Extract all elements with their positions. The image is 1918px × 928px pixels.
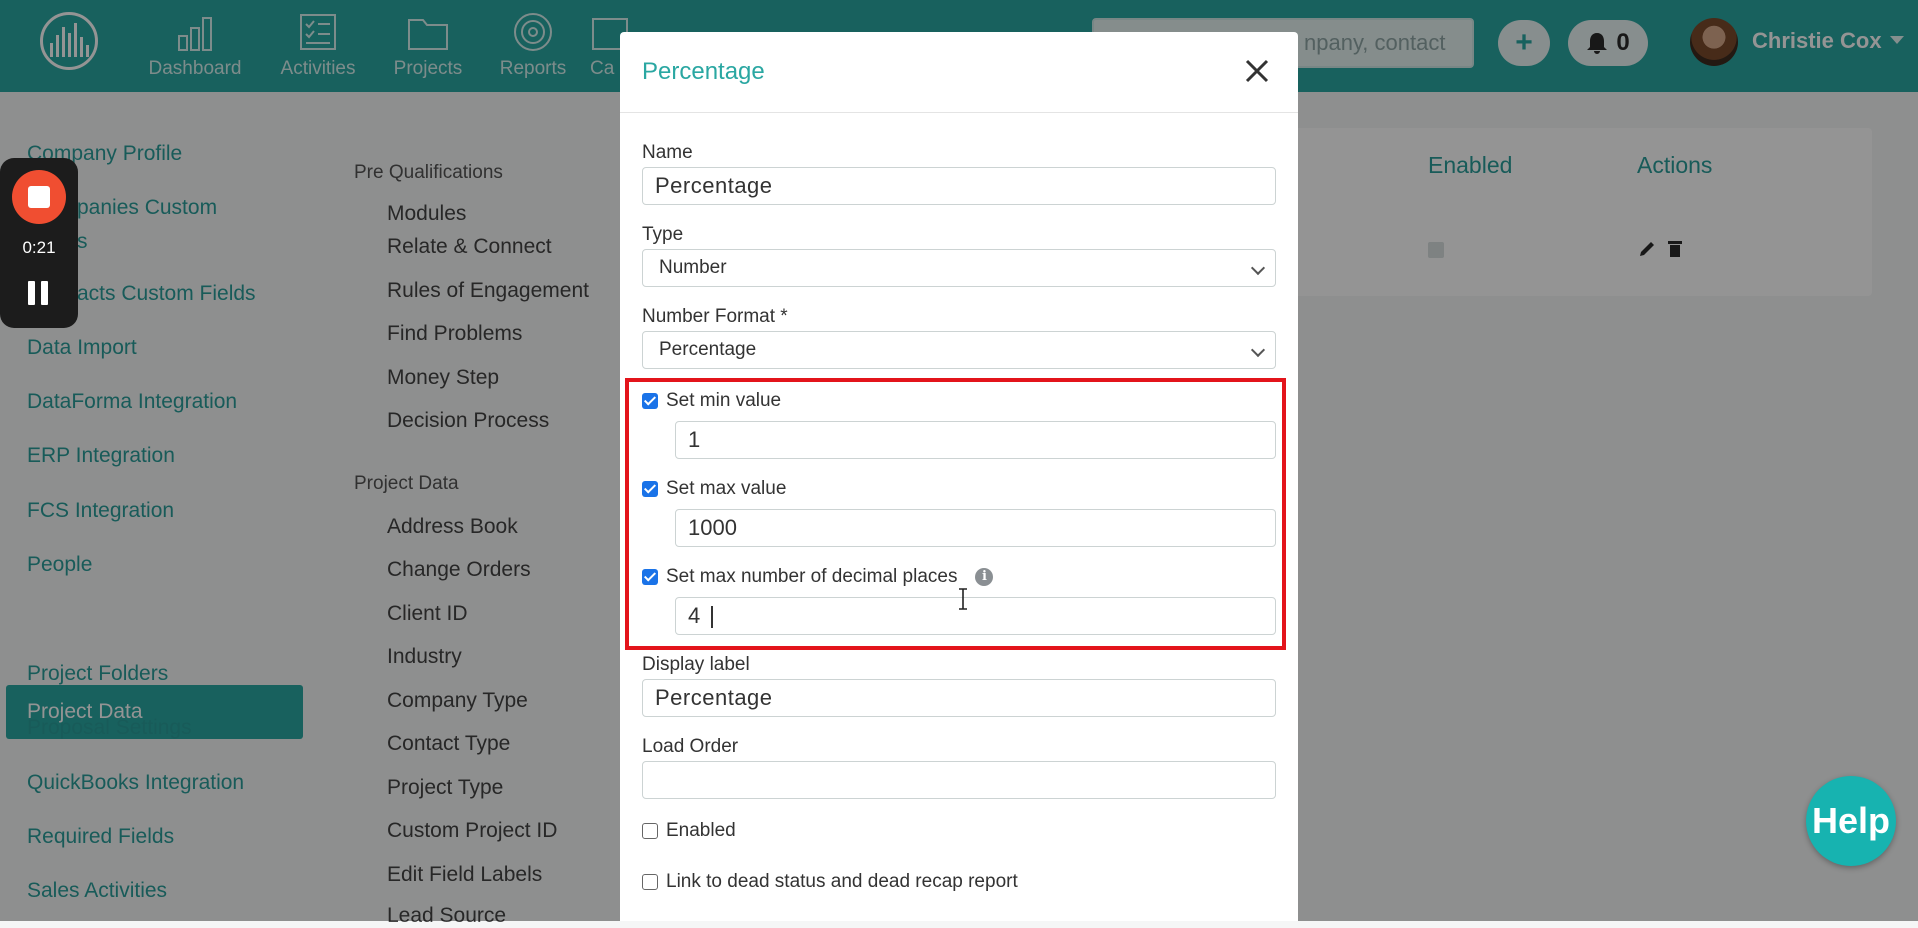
max-value-field[interactable]: 1000 bbox=[675, 509, 1276, 547]
display-label-label: Display label bbox=[642, 654, 750, 675]
set-max-value-checkbox[interactable] bbox=[642, 481, 658, 497]
type-select[interactable]: Number bbox=[642, 249, 1276, 287]
number-format-select[interactable]: Percentage bbox=[642, 331, 1276, 369]
modal-title: Percentage bbox=[642, 58, 765, 85]
edit-field-modal: Percentage Name Percentage Type Number N… bbox=[620, 32, 1298, 921]
dead-status-checkbox[interactable] bbox=[642, 874, 658, 890]
pause-icon[interactable] bbox=[28, 281, 50, 305]
set-min-value-checkbox[interactable] bbox=[642, 393, 658, 409]
enabled-row[interactable]: Enabled bbox=[642, 820, 736, 842]
load-order-label: Load Order bbox=[642, 736, 739, 757]
modal-header: Percentage bbox=[620, 32, 1298, 113]
min-value-field[interactable]: 1 bbox=[675, 421, 1276, 459]
name-label: Name bbox=[642, 142, 693, 163]
screen-recorder-widget: 0:21 bbox=[0, 158, 78, 328]
set-max-value-label: Set max value bbox=[666, 478, 787, 499]
chevron-down-icon bbox=[1250, 260, 1266, 276]
number-format-select-value: Percentage bbox=[659, 339, 757, 360]
name-field[interactable]: Percentage bbox=[642, 167, 1276, 205]
record-timer: 0:21 bbox=[22, 238, 56, 257]
display-label-field[interactable]: Percentage bbox=[642, 679, 1276, 717]
load-order-field[interactable] bbox=[642, 761, 1276, 799]
close-icon[interactable] bbox=[1240, 54, 1274, 88]
set-min-value-label: Set min value bbox=[666, 390, 782, 411]
chevron-down-icon bbox=[1250, 342, 1266, 358]
enabled-checkbox[interactable] bbox=[642, 823, 658, 839]
set-decimal-places-row[interactable]: Set max number of decimal places i bbox=[642, 566, 994, 588]
text-cursor-icon bbox=[959, 588, 967, 610]
text-cursor bbox=[711, 606, 713, 628]
number-format-label: Number Format * bbox=[642, 306, 788, 327]
info-icon[interactable]: i bbox=[975, 568, 994, 586]
type-select-value: Number bbox=[659, 257, 727, 278]
decimal-places-value: 4 bbox=[688, 603, 701, 628]
decimal-places-field[interactable]: 4 bbox=[675, 597, 1276, 635]
set-min-value-row[interactable]: Set min value bbox=[642, 390, 781, 412]
set-max-value-row[interactable]: Set max value bbox=[642, 478, 786, 500]
set-decimal-places-label: Set max number of decimal places bbox=[666, 566, 958, 587]
dead-status-label: Link to dead status and dead recap repor… bbox=[666, 871, 1018, 892]
dead-status-row[interactable]: Link to dead status and dead recap repor… bbox=[642, 871, 1018, 893]
set-decimal-places-checkbox[interactable] bbox=[642, 569, 658, 585]
record-stop-button[interactable] bbox=[12, 170, 66, 224]
type-label: Type bbox=[642, 224, 684, 245]
enabled-label: Enabled bbox=[666, 820, 736, 841]
help-button[interactable]: Help bbox=[1806, 776, 1896, 866]
